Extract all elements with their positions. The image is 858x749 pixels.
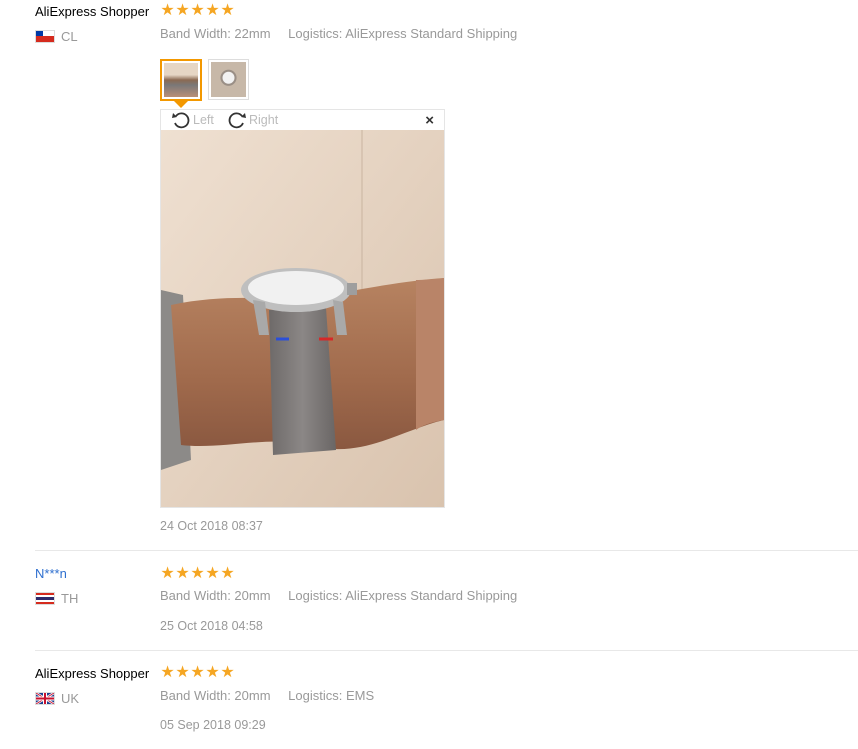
review-date: 05 Sep 2018 09:29 xyxy=(160,718,266,732)
country-code: CL xyxy=(61,29,78,44)
thumbnail-pointer-icon xyxy=(174,101,188,108)
star-icon: ★ xyxy=(175,565,190,582)
reviewer-name[interactable]: N***n xyxy=(35,566,67,581)
thailand-flag-icon xyxy=(35,592,55,605)
star-icon: ★ xyxy=(205,2,220,19)
star-icon: ★ xyxy=(205,664,220,681)
review-attributes: Band Width: 22mm Logistics: AliExpress S… xyxy=(160,26,517,41)
reviewer-name: AliExpress Shopper xyxy=(35,4,150,19)
star-icon: ★ xyxy=(220,2,235,19)
uk-flag-icon xyxy=(35,692,55,705)
star-rating: ★ ★ ★ ★ ★ xyxy=(160,665,235,681)
review-date: 24 Oct 2018 08:37 xyxy=(160,519,263,533)
reviewer-name: AliExpress Shopper xyxy=(35,666,150,681)
chile-flag-icon xyxy=(35,30,55,43)
star-icon: ★ xyxy=(160,2,175,19)
photo-viewer: Left Right × xyxy=(160,109,445,508)
star-icon: ★ xyxy=(190,664,205,681)
logistics: Logistics: EMS xyxy=(288,688,375,703)
star-icon: ★ xyxy=(160,664,175,681)
star-icon: ★ xyxy=(190,2,205,19)
star-rating: ★ ★ ★ ★ ★ xyxy=(160,566,235,582)
star-icon: ★ xyxy=(220,664,235,681)
star-icon: ★ xyxy=(190,565,205,582)
logistics: Logistics: AliExpress Standard Shipping xyxy=(288,588,518,603)
star-icon: ★ xyxy=(205,565,220,582)
review-date: 25 Oct 2018 04:58 xyxy=(160,619,263,633)
star-icon: ★ xyxy=(175,2,190,19)
reviewer-country: TH xyxy=(35,591,78,606)
rotate-right-label: Right xyxy=(249,113,279,127)
reviewer-country: UK xyxy=(35,691,79,706)
close-icon[interactable]: × xyxy=(425,112,434,129)
country-code: TH xyxy=(61,591,79,606)
review-divider xyxy=(35,650,858,651)
star-icon: ★ xyxy=(220,565,235,582)
rotate-right-icon xyxy=(228,112,246,129)
review-photo-thumbnail-1[interactable] xyxy=(160,59,202,101)
band-width: Band Width: 20mm xyxy=(160,588,271,603)
review-attributes: Band Width: 20mm Logistics: AliExpress S… xyxy=(160,588,517,603)
thumbnail-image xyxy=(211,62,246,97)
review-photo xyxy=(161,130,444,507)
star-icon: ★ xyxy=(160,565,175,582)
band-width: Band Width: 20mm xyxy=(160,688,271,703)
rotate-right-button[interactable]: Right xyxy=(227,111,278,129)
rotate-left-icon xyxy=(172,112,190,129)
review-attributes: Band Width: 20mm Logistics: EMS xyxy=(160,688,374,703)
thumbnail-image xyxy=(164,63,198,97)
logistics: Logistics: AliExpress Standard Shipping xyxy=(288,26,518,41)
review-photo-thumbnail-2[interactable] xyxy=(208,59,249,100)
rotate-left-label: Left xyxy=(193,113,214,127)
rotate-left-button[interactable]: Left xyxy=(171,111,214,129)
watch-on-wrist-image xyxy=(161,130,444,507)
review-divider xyxy=(35,550,858,551)
reviewer-country: CL xyxy=(35,29,78,44)
band-width: Band Width: 22mm xyxy=(160,26,271,41)
viewer-toolbar: Left Right × xyxy=(161,110,444,130)
star-rating: ★ ★ ★ ★ ★ xyxy=(160,3,235,19)
star-icon: ★ xyxy=(175,664,190,681)
country-code: UK xyxy=(61,691,80,706)
